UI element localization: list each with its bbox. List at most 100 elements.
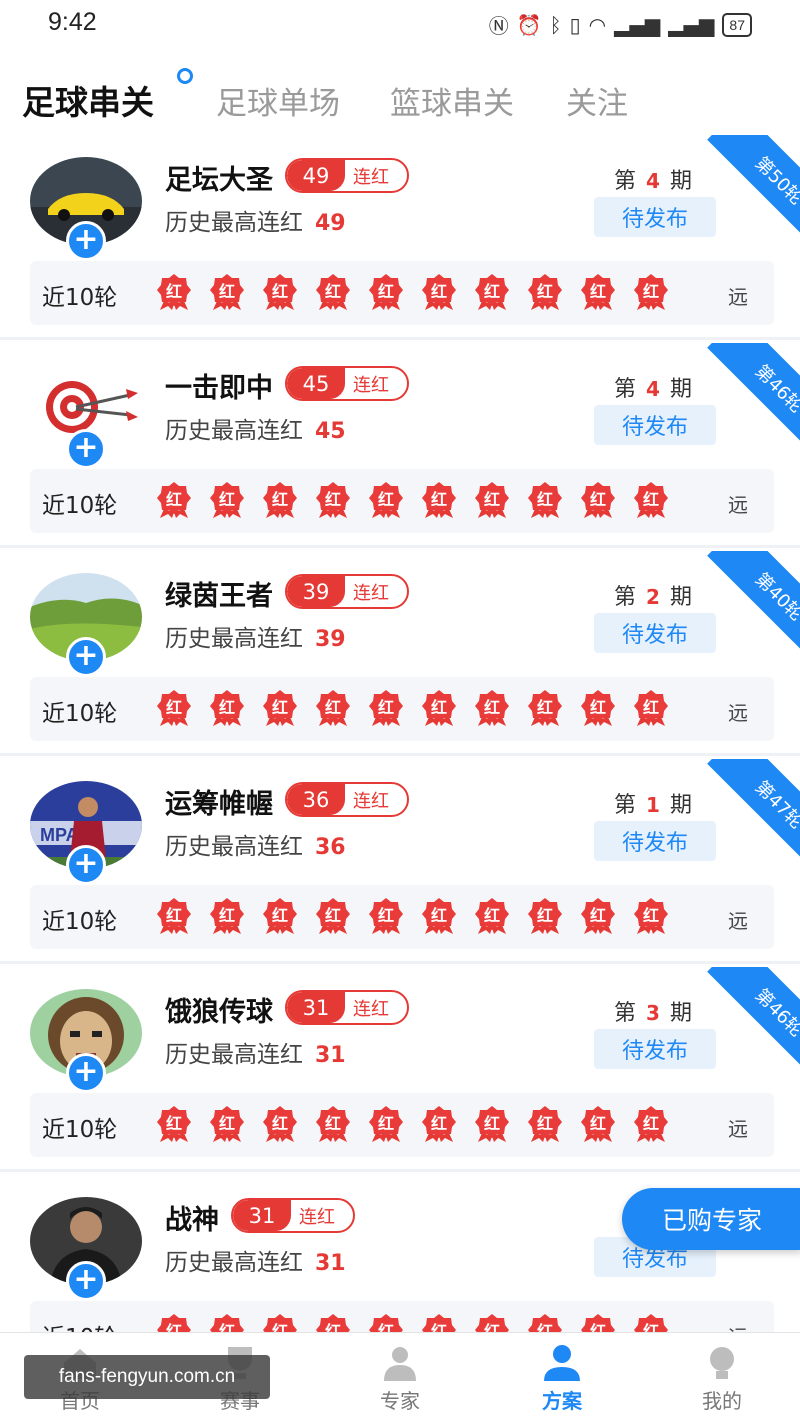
tab-football-single[interactable]: 足球单场 <box>216 78 340 123</box>
nav-mine[interactable]: 我的 <box>662 1341 782 1414</box>
streak-label: 连红 <box>353 374 389 396</box>
streak-badge: 45 连红 <box>285 366 409 401</box>
win-badge-text: 红 <box>218 282 235 301</box>
tab-football-parlay[interactable]: 足球串关 <box>22 76 154 124</box>
expert-card[interactable]: + 足坛大圣 49 连红 历史最高连红 49 第 4 期待发布 第50轮 近10轮红红红红红红红红红… <box>0 135 800 340</box>
win-badge-text: 红 <box>324 698 341 717</box>
streak-count: 39 <box>287 576 345 607</box>
win-badge-text: 红 <box>377 282 394 301</box>
nav-plans[interactable]: 方案 <box>502 1341 622 1414</box>
win-badge-icon: 红 <box>368 273 404 311</box>
round-ribbon: 第47轮 <box>690 759 800 869</box>
win-badge-text: 红 <box>430 1114 447 1133</box>
win-badge-icon: 红 <box>580 689 616 727</box>
win-badge-text: 红 <box>271 282 288 301</box>
card-divider <box>0 545 800 548</box>
period-info: 第4期 <box>614 163 692 195</box>
expert-card[interactable]: MPA + 运筹帷幄 36 连红 历史最高连红 36 第 1 期待发布 第47轮 近10轮红红红红红红… <box>0 759 800 964</box>
win-badge-icon: 红 <box>474 897 510 935</box>
far-label[interactable]: 远 <box>728 905 748 934</box>
streak-label: 连红 <box>353 998 389 1020</box>
purchased-experts-button[interactable]: 已购专家 <box>622 1188 800 1250</box>
win-badge-text: 红 <box>324 906 341 925</box>
follow-plus-icon[interactable]: + <box>66 221 106 261</box>
streak-badge: 36 连红 <box>285 782 409 817</box>
history-best: 历史最高连红 39 <box>165 619 346 653</box>
win-badge-icon: 红 <box>633 1105 669 1143</box>
win-badge-text: 红 <box>589 906 606 925</box>
win-badge-icon: 红 <box>209 897 245 935</box>
period-prefix: 第 <box>614 377 637 402</box>
card-divider <box>0 337 800 340</box>
win-badge-text: 红 <box>642 906 659 925</box>
follow-plus-icon[interactable]: + <box>66 845 106 885</box>
period-number: 4 <box>646 169 660 193</box>
win-badge-icon: 红 <box>315 481 351 519</box>
win-badge-text: 红 <box>483 490 500 509</box>
period-info: 第1期 <box>614 787 692 819</box>
status-bar: 9:42 Ⓝ ⏰ ᛒ ▯ ◠ ▂▄▆ ▂▄▆ 87 <box>0 0 800 50</box>
win-badge-icon: 红 <box>262 273 298 311</box>
period-info: 第4期 <box>614 371 692 403</box>
far-label[interactable]: 远 <box>728 697 748 726</box>
recent-badges: 红红红红红红红红红红 <box>156 689 669 727</box>
win-badge-text: 红 <box>377 906 394 925</box>
round-label: 第50轮 <box>707 135 800 245</box>
win-badge-icon: 红 <box>421 273 457 311</box>
win-badge-icon: 红 <box>156 481 192 519</box>
follow-plus-icon[interactable]: + <box>66 1261 106 1301</box>
period-prefix: 第 <box>614 585 637 610</box>
win-badge-text: 红 <box>430 282 447 301</box>
win-badge-text: 红 <box>483 282 500 301</box>
expert-name: 战神 <box>165 1205 219 1236</box>
win-badge-text: 红 <box>430 698 447 717</box>
win-badge-icon: 红 <box>209 481 245 519</box>
expert-card[interactable]: + 一击即中 45 连红 历史最高连红 45 第 4 期待发布 第46轮 近10轮红红红红红红红红红… <box>0 343 800 548</box>
expert-card[interactable]: + 绿茵王者 39 连红 历史最高连红 39 第 2 期待发布 第40轮 近10轮红红红红红红红红红… <box>0 551 800 756</box>
period-suffix: 期 <box>669 377 692 402</box>
win-badge-icon: 红 <box>262 897 298 935</box>
win-badge-text: 红 <box>377 1114 394 1133</box>
win-badge-icon: 红 <box>368 897 404 935</box>
round-label: 第40轮 <box>707 551 800 661</box>
win-badge-icon: 红 <box>209 273 245 311</box>
follow-plus-icon[interactable]: + <box>66 1053 106 1093</box>
win-badge-icon: 红 <box>527 273 563 311</box>
round-label: 第47轮 <box>707 759 800 869</box>
tab-following[interactable]: 关注 <box>566 78 628 123</box>
win-badge-icon: 红 <box>262 689 298 727</box>
win-badge-icon: 红 <box>421 481 457 519</box>
streak-badge: 49 连红 <box>285 158 409 193</box>
far-label[interactable]: 远 <box>728 281 748 310</box>
recent-badges: 红红红红红红红红红红 <box>156 897 669 935</box>
win-badge-icon: 红 <box>262 1105 298 1143</box>
follow-plus-icon[interactable]: + <box>66 429 106 469</box>
win-badge-icon: 红 <box>209 1105 245 1143</box>
history-best: 历史最高连红 31 <box>165 1035 346 1069</box>
history-best: 历史最高连红 31 <box>165 1243 346 1277</box>
nav-experts[interactable]: 专家 <box>340 1341 460 1414</box>
tab-basketball-parlay[interactable]: 篮球串关 <box>390 78 514 123</box>
win-badge-text: 红 <box>536 1114 553 1133</box>
expert-card[interactable]: + 饿狼传球 31 连红 历史最高连红 31 第 3 期待发布 第46轮 近10轮红红红红红红红红红… <box>0 967 800 1172</box>
recent-results: 近10轮 红 红 红 红 红 红 红 红 红 红 远 <box>30 885 774 949</box>
recent-label: 近10轮 <box>42 909 118 935</box>
follow-plus-icon[interactable]: + <box>66 637 106 677</box>
signal-icon: ▂▄▆ <box>614 12 661 37</box>
far-label[interactable]: 远 <box>728 489 748 518</box>
win-badge-text: 红 <box>271 490 288 509</box>
win-badge-text: 红 <box>165 1114 182 1133</box>
win-badge-icon: 红 <box>580 1105 616 1143</box>
win-badge-icon: 红 <box>580 273 616 311</box>
history-value: 45 <box>315 419 346 444</box>
win-badge-icon: 红 <box>209 689 245 727</box>
win-badge-icon: 红 <box>156 689 192 727</box>
history-value: 31 <box>315 1043 346 1068</box>
win-badge-text: 红 <box>218 1114 235 1133</box>
category-tabs: 足球串关 足球单场 篮球串关 关注 <box>0 60 800 130</box>
recent-results: 近10轮 红 红 红 红 红 红 红 红 红 红 远 <box>30 1093 774 1157</box>
round-ribbon: 第46轮 <box>690 967 800 1077</box>
far-label[interactable]: 远 <box>728 1113 748 1142</box>
win-badge-text: 红 <box>536 490 553 509</box>
streak-count: 49 <box>287 160 345 191</box>
